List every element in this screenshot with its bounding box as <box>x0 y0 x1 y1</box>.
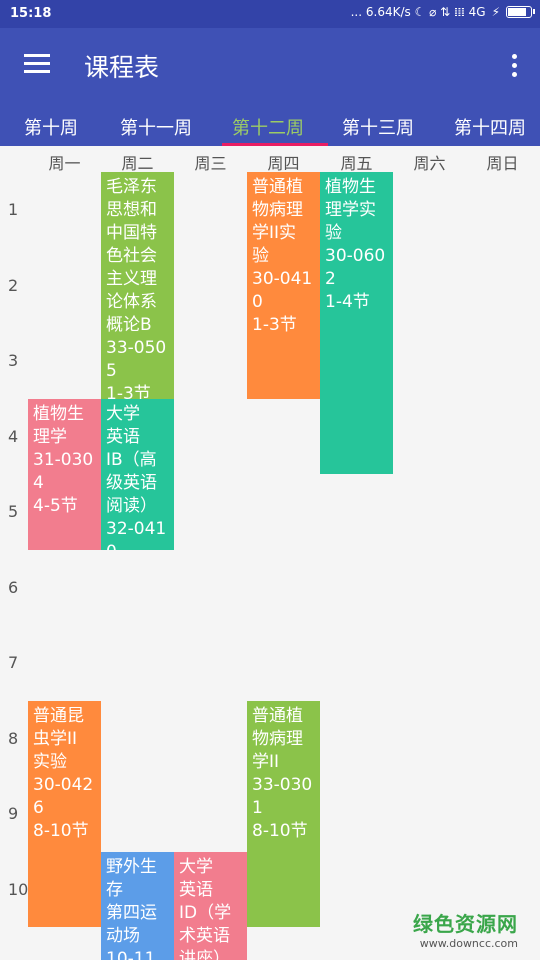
app-bar: 课程表 <box>0 28 540 106</box>
period-number: 4 <box>8 426 19 446</box>
period-number: 1 <box>8 200 19 219</box>
course-block[interactable]: 植物生 理学 31-030 4 4-5节 <box>28 398 101 550</box>
status-time: 15:18 <box>10 6 52 21</box>
week-tab[interactable]: 第十一周 <box>120 114 192 140</box>
day-label: 周日 <box>486 154 519 173</box>
period-number: 2 <box>8 275 19 295</box>
menu-icon[interactable] <box>24 54 50 74</box>
status-indicators: ... 6.64K/s ☾ ⌀ ⇅ 𝍖 4G ⚡ <box>350 5 535 19</box>
course-text: 大学 英语 IB（高 级英语 阅读） 32-041 0 <box>106 403 167 550</box>
week-tabs: 第十周 第十一周 第十二周 第十三周 第十四周 <box>0 106 540 146</box>
more-vert-icon[interactable] <box>510 54 518 80</box>
period-number: 10 <box>8 879 29 899</box>
day-label: 周三 <box>194 154 227 173</box>
course-text: 普通昆 虫学II 实验 30-042 6 8-10节 <box>33 705 94 841</box>
course-text: 植物生 理学实 验 30-060 2 1-4节 <box>325 177 386 312</box>
period-number: 3 <box>8 351 19 370</box>
page-title: 课程表 <box>84 53 160 82</box>
course-block[interactable]: 普通昆 虫学II 实验 30-042 6 8-10节 <box>28 700 101 927</box>
course-block[interactable]: 普通植 物病理 学II实 验 30-041 0 1-3节 <box>247 172 320 399</box>
period-number: 6 <box>8 577 19 597</box>
watermark-sub: www.downcc.com <box>419 937 518 950</box>
course-block[interactable]: 普通植 物病理 学II 33-030 1 8-10节 <box>247 700 320 927</box>
battery-fill <box>508 8 526 16</box>
period-number: 7 <box>8 653 19 672</box>
course-text: 普通植 物病理 学II实 验 30-041 0 1-3节 <box>252 177 313 335</box>
status-bar: 15:18 ... 6.64K/s ☾ ⌀ ⇅ 𝍖 4G ⚡ <box>0 0 540 28</box>
course-block[interactable]: 植物生 理学实 验 30-060 2 1-4节 <box>320 172 393 474</box>
course-block[interactable]: 毛泽东 思想和 中国特 色社会 主义理 论体系 概论B 33-050 5 1-3… <box>101 172 174 399</box>
charging-icon: ⚡ <box>491 5 500 19</box>
week-tab[interactable]: 第十二周 <box>232 114 304 140</box>
week-tab[interactable]: 第十四周 <box>454 114 526 140</box>
period-number: 5 <box>8 502 19 521</box>
course-text: 毛泽东 思想和 中国特 色社会 主义理 论体系 概论B 33-050 5 1-3… <box>106 177 167 399</box>
period-number: 9 <box>8 804 19 823</box>
day-label: 周二 <box>121 154 154 173</box>
course-block[interactable]: 大学 英语 IB（高 级英语 阅读） 32-041 0 <box>101 398 174 550</box>
day-label: 周一 <box>48 154 81 173</box>
status-indicators-text: ... 6.64K/s ☾ ⌀ ⇅ 𝍖 4G <box>350 5 486 19</box>
day-label: 周六 <box>413 154 446 173</box>
course-text: 普通植 物病理 学II 33-030 1 8-10节 <box>252 705 313 841</box>
period-number: 8 <box>8 728 19 748</box>
course-text: 植物生 理学 31-030 4 4-5节 <box>33 403 94 516</box>
course-text: 野外生 存 第四运 动场 10-11 <box>106 856 157 960</box>
watermark-main: 绿色资源网 <box>413 912 518 936</box>
course-block[interactable]: 大学 英语 ID（学 术英语 讲座） <box>174 851 247 960</box>
week-tab[interactable]: 第十三周 <box>342 114 414 140</box>
course-text: 大学 英语 ID（学 术英语 讲座） <box>179 856 232 960</box>
battery-icon <box>506 6 535 18</box>
day-label: 周四 <box>267 154 300 173</box>
course-block[interactable]: 野外生 存 第四运 动场 10-11 <box>101 851 174 960</box>
watermark: 绿色资源网 www.downcc.com <box>413 908 518 950</box>
week-tab[interactable]: 第十周 <box>24 114 78 140</box>
day-header: 周一 周二 周三 周四 周五 周六 周日 <box>0 146 540 174</box>
day-label: 周五 <box>340 154 373 173</box>
